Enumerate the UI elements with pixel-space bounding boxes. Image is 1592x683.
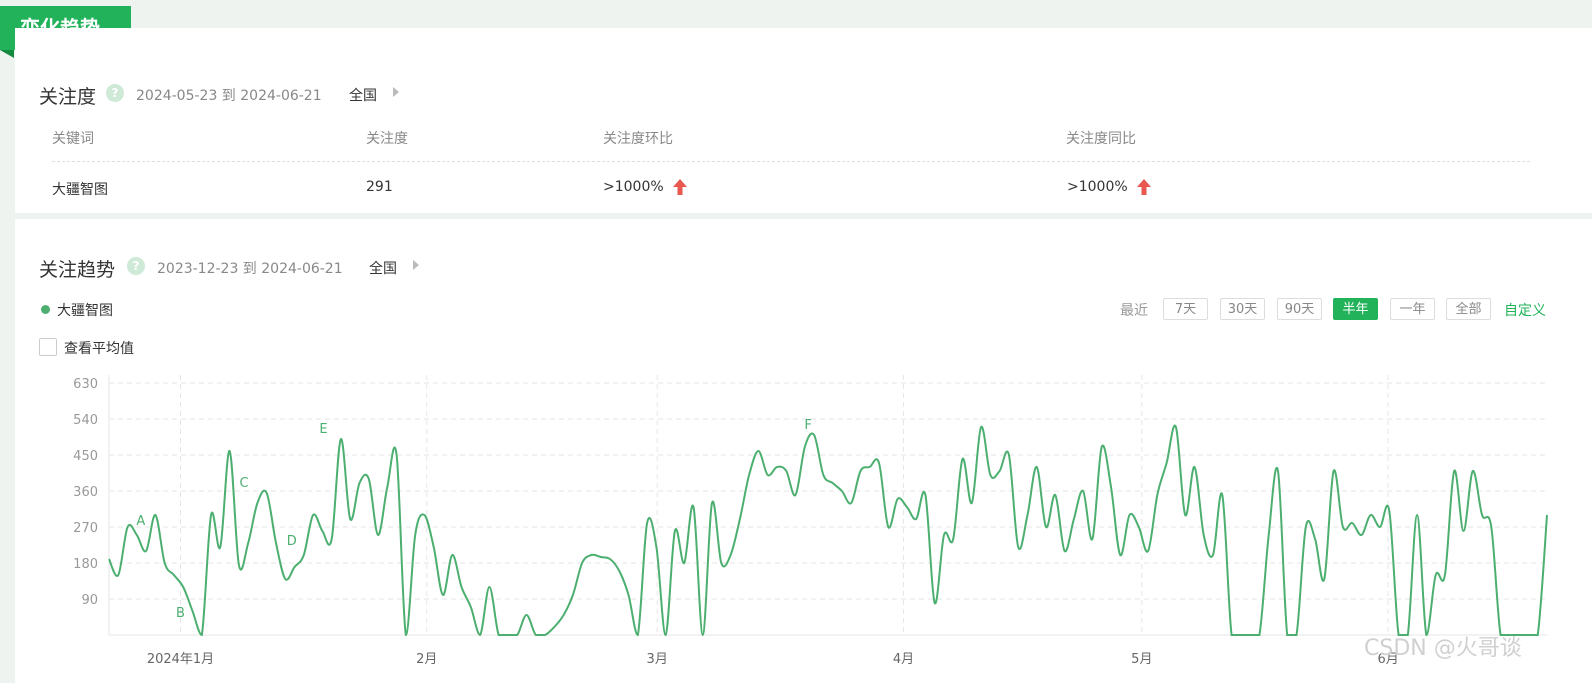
attention-date-range: 2024-05-23 到 2024-06-21 bbox=[136, 88, 322, 104]
column-header-mom: 关注度环比 bbox=[603, 131, 673, 147]
show-average-label[interactable]: 查看平均值 bbox=[64, 338, 134, 358]
attention-title: 关注度 bbox=[39, 86, 97, 108]
help-icon[interactable]: ? bbox=[127, 257, 145, 275]
table-divider bbox=[52, 161, 1530, 162]
mom-cell: >1000% bbox=[603, 179, 664, 195]
trend-card bbox=[15, 219, 1592, 683]
trend-region[interactable]: 全国 bbox=[369, 258, 397, 278]
attention-card bbox=[15, 28, 1592, 213]
region-arrow-icon[interactable] bbox=[413, 260, 419, 270]
yoy-cell: >1000% bbox=[1067, 179, 1128, 195]
up-arrow-icon bbox=[673, 179, 687, 195]
range-label: 最近 bbox=[1120, 303, 1148, 319]
page: 变化趋势 关注度 ? 2024-05-23 到 2024-06-21 全国 关键… bbox=[0, 0, 1592, 683]
range-button-30d[interactable]: 30天 bbox=[1220, 298, 1265, 320]
show-average-checkbox[interactable] bbox=[39, 338, 57, 356]
help-icon[interactable]: ? bbox=[106, 84, 124, 102]
range-button-half-year[interactable]: 半年 bbox=[1333, 298, 1378, 320]
section-tag-fold bbox=[0, 50, 14, 58]
range-button-90d[interactable]: 90天 bbox=[1277, 298, 1322, 320]
legend-label[interactable]: 大疆智图 bbox=[57, 300, 113, 320]
up-arrow-icon bbox=[1137, 179, 1151, 195]
watermark: CSDN @火哥谈 bbox=[1364, 636, 1522, 661]
legend-marker bbox=[41, 305, 50, 314]
keyword-cell: 大疆智图 bbox=[52, 182, 108, 198]
attention-value-cell: 291 bbox=[366, 179, 393, 195]
trend-date-range: 2023-12-23 到 2024-06-21 bbox=[157, 261, 343, 277]
range-button-one-year[interactable]: 一年 bbox=[1390, 298, 1435, 320]
range-button-all[interactable]: 全部 bbox=[1446, 298, 1491, 320]
custom-range-link[interactable]: 自定义 bbox=[1504, 300, 1546, 320]
column-header-attention: 关注度 bbox=[366, 131, 408, 147]
column-header-yoy: 关注度同比 bbox=[1066, 131, 1136, 147]
column-header-keyword: 关键词 bbox=[52, 131, 94, 147]
attention-region[interactable]: 全国 bbox=[349, 85, 377, 105]
region-arrow-icon[interactable] bbox=[393, 87, 399, 97]
range-button-7d[interactable]: 7天 bbox=[1163, 298, 1208, 320]
trend-title: 关注趋势 bbox=[39, 259, 116, 281]
